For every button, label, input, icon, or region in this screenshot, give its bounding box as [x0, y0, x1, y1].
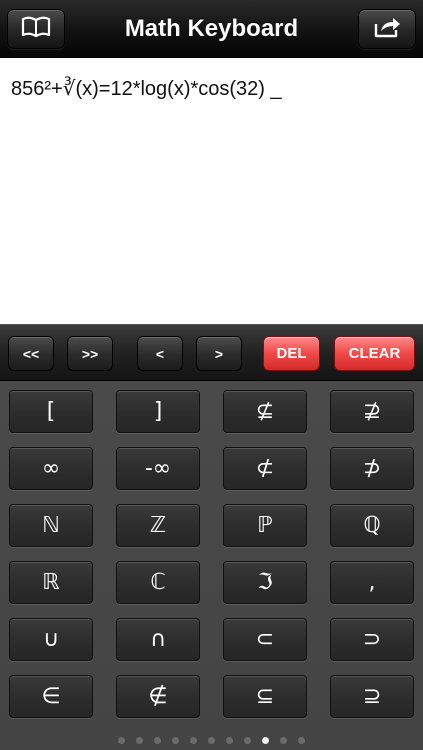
expression-text: 856²+∛(x)=12*log(x)*cos(32) _	[11, 78, 282, 100]
key-intersection[interactable]: ∩	[116, 618, 200, 661]
prev-word-button[interactable]: <<	[8, 336, 54, 371]
key-not-subset[interactable]: ⊄	[223, 447, 307, 490]
key-subset[interactable]: ⊂	[223, 618, 307, 661]
key-infinity[interactable]: ∞	[9, 447, 93, 490]
keypad: [ ] ⊈ ⊉ ∞ -∞ ⊄ ⊅ ℕ ℤ ℙ ℚ ℝ ℂ ℑ , ∪ ∩ ⊂ ⊃…	[0, 381, 423, 750]
page-dot[interactable]	[280, 736, 287, 744]
share-icon	[372, 15, 402, 44]
page-dot[interactable]	[298, 736, 305, 744]
key-not-superset-eq[interactable]: ⊉	[330, 390, 414, 433]
key-left-bracket[interactable]: [	[9, 390, 93, 433]
key-reals[interactable]: ℝ	[9, 561, 93, 604]
delete-button[interactable]: DEL	[263, 336, 320, 371]
page-dot[interactable]	[190, 736, 197, 744]
key-comma[interactable]: ,	[330, 561, 414, 604]
page-dot[interactable]	[118, 736, 125, 744]
key-subset-eq[interactable]: ⊆	[223, 675, 307, 718]
expression-area[interactable]: 856²+∛(x)=12*log(x)*cos(32) _	[0, 58, 423, 324]
key-not-superset[interactable]: ⊅	[330, 447, 414, 490]
nav-bar: Math Keyboard	[0, 0, 423, 58]
key-superset[interactable]: ⊃	[330, 618, 414, 661]
page-dot[interactable]	[136, 736, 143, 744]
next-word-button[interactable]: >>	[67, 336, 113, 371]
cursor-left-button[interactable]: <	[137, 336, 183, 371]
key-not-element-of[interactable]: ∉	[116, 675, 200, 718]
page-dot[interactable]	[208, 736, 215, 744]
key-primes[interactable]: ℙ	[223, 504, 307, 547]
key-complex[interactable]: ℂ	[116, 561, 200, 604]
page-dot[interactable]	[226, 736, 233, 744]
key-naturals[interactable]: ℕ	[9, 504, 93, 547]
edit-toolbar: << >> < > DEL CLEAR	[0, 324, 423, 381]
page-dot[interactable]	[172, 736, 179, 744]
page-dot[interactable]	[154, 736, 161, 744]
page-dot[interactable]	[262, 736, 269, 744]
page-indicator[interactable]	[0, 734, 423, 746]
key-element-of[interactable]: ∈	[9, 675, 93, 718]
key-right-bracket[interactable]: ]	[116, 390, 200, 433]
key-superset-eq[interactable]: ⊇	[330, 675, 414, 718]
key-not-subset-eq[interactable]: ⊈	[223, 390, 307, 433]
key-imaginary[interactable]: ℑ	[223, 561, 307, 604]
share-button[interactable]	[358, 9, 416, 49]
key-rationals[interactable]: ℚ	[330, 504, 414, 547]
key-union[interactable]: ∪	[9, 618, 93, 661]
key-neg-infinity[interactable]: -∞	[116, 447, 200, 490]
cursor-right-button[interactable]: >	[196, 336, 242, 371]
key-integers[interactable]: ℤ	[116, 504, 200, 547]
page-dot[interactable]	[244, 736, 251, 744]
clear-button[interactable]: CLEAR	[334, 336, 415, 371]
